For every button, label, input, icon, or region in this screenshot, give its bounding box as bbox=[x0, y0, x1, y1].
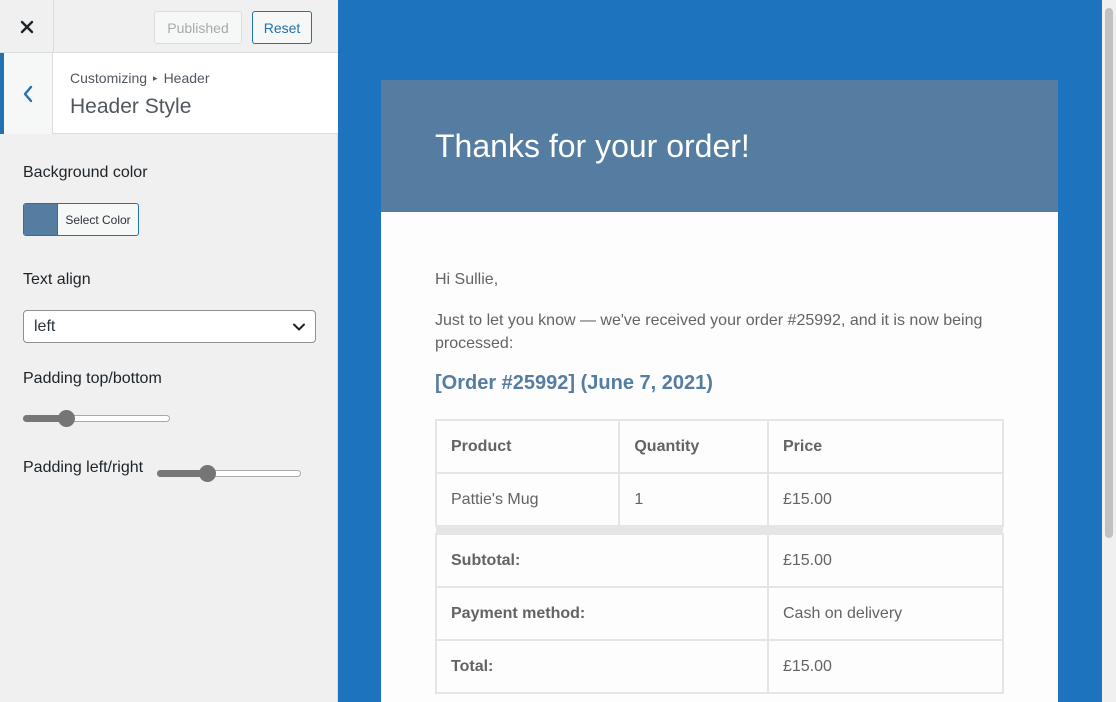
slider-thumb[interactable] bbox=[199, 465, 216, 482]
padding-left-right-label: Padding left/right bbox=[23, 459, 144, 476]
breadcrumb-root: Customizing bbox=[70, 70, 148, 86]
table-header-row: Product Quantity Price bbox=[434, 419, 1005, 474]
padding-left-right-slider[interactable] bbox=[157, 465, 301, 482]
slider-thumb[interactable] bbox=[58, 410, 75, 427]
subtotal-label: Subtotal: bbox=[435, 533, 769, 588]
total-label: Total: bbox=[435, 639, 769, 694]
table-row: Total: £15.00 bbox=[435, 639, 1005, 694]
order-heading[interactable]: [Order #25992] (June 7, 2021) bbox=[435, 372, 713, 395]
published-button[interactable]: Published bbox=[154, 11, 242, 44]
text-align-label: Text align bbox=[23, 271, 91, 288]
table-row: Subtotal: £15.00 bbox=[435, 533, 1005, 588]
email-title: Thanks for your order! bbox=[435, 128, 750, 164]
reset-button[interactable]: Reset bbox=[252, 11, 312, 44]
table-header: Product bbox=[434, 419, 621, 474]
table-header: Price bbox=[766, 419, 1005, 474]
select-color-label: Select Color bbox=[65, 212, 131, 227]
section-header: Customizing ▸ Header Header Style bbox=[0, 53, 338, 134]
color-swatch[interactable] bbox=[24, 204, 58, 235]
table-row: Pattie's Mug 1 £15.00 bbox=[434, 472, 1005, 527]
email-greeting: Hi Sullie, bbox=[435, 271, 499, 288]
breadcrumb-arrow-icon: ▸ bbox=[153, 72, 158, 83]
padding-top-bottom-slider[interactable] bbox=[23, 410, 170, 427]
breadcrumb-leaf: Header bbox=[163, 70, 210, 86]
chevron-down-icon bbox=[293, 323, 305, 331]
payment-method-label: Payment method: bbox=[435, 586, 769, 641]
email-header: Thanks for your order! bbox=[381, 80, 1058, 212]
back-button[interactable] bbox=[0, 53, 53, 134]
item-product: Pattie's Mug bbox=[434, 472, 621, 527]
text-align-select[interactable]: left bbox=[23, 310, 316, 343]
background-color-label: Background color bbox=[23, 164, 148, 181]
close-button[interactable] bbox=[0, 0, 54, 53]
section-title: Header Style bbox=[70, 95, 192, 118]
total-value: £15.00 bbox=[766, 639, 1005, 694]
table-row: Payment method: Cash on delivery bbox=[435, 586, 1005, 641]
padding-top-bottom-label: Padding top/bottom bbox=[23, 370, 162, 387]
item-quantity: 1 bbox=[618, 472, 769, 527]
customizer-sidebar: Published Reset Customizing ▸ Header Hea… bbox=[0, 0, 338, 702]
breadcrumb: Customizing ▸ Header bbox=[70, 70, 209, 86]
subtotal-value: £15.00 bbox=[766, 533, 1005, 588]
text-align-value: left bbox=[34, 317, 56, 335]
order-table: Product Quantity Price Pattie's Mug 1 £1… bbox=[434, 419, 1005, 694]
email-preview: Thanks for your order! Hi Sullie, Just t… bbox=[381, 80, 1058, 702]
separator-cell bbox=[436, 526, 1003, 534]
item-price: £15.00 bbox=[766, 472, 1005, 527]
table-separator bbox=[436, 526, 1003, 534]
scrollbar-thumb[interactable] bbox=[1105, 8, 1113, 538]
email-message: Just to let you know — we've received yo… bbox=[435, 312, 983, 352]
close-icon bbox=[20, 20, 33, 33]
background-color-picker[interactable]: Select Color bbox=[23, 203, 139, 236]
table-header: Quantity bbox=[618, 419, 769, 474]
customizer-topbar: Published Reset bbox=[0, 0, 338, 53]
preview-scrollbar[interactable] bbox=[1102, 0, 1116, 702]
payment-method-value: Cash on delivery bbox=[766, 586, 1005, 641]
chevron-left-icon bbox=[23, 85, 33, 102]
